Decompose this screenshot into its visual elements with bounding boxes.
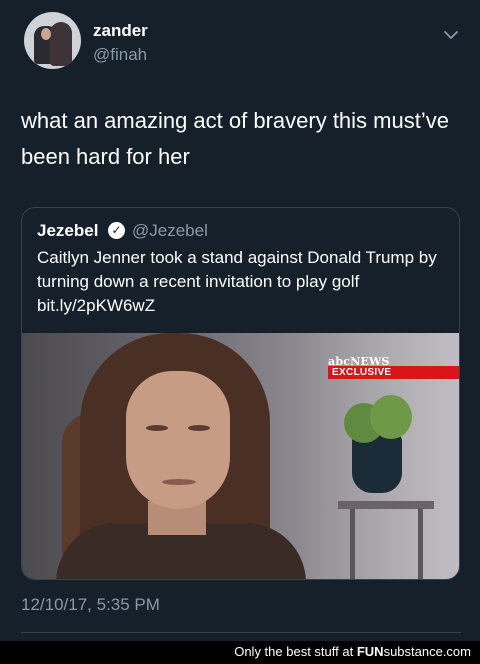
exclusive-banner-label: EXCLUSIVE — [332, 367, 392, 378]
watermark-footer: Only the best stuff at FUNsubstance.com — [0, 641, 480, 664]
quoted-media-image[interactable]: abcNEWS EXCLUSIVE — [22, 333, 459, 579]
verified-badge-icon: ✓ — [108, 222, 125, 239]
quoted-tweet-text: Caitlyn Jenner took a stand against Dona… — [37, 248, 437, 315]
watermark-brand-rest: substance.com — [383, 644, 471, 659]
tweet-text: what an amazing act of bravery this must… — [21, 108, 449, 169]
quoted-tweet-card[interactable]: Jezebel ✓ @Jezebel Caitlyn Jenner took a… — [21, 207, 460, 580]
tweet-timestamp[interactable]: 12/10/17, 5:35 PM — [21, 595, 160, 615]
watermark-prefix: Only the best stuff at — [234, 644, 354, 659]
chevron-down-icon[interactable] — [442, 26, 460, 44]
tweet-header: zander @finah — [24, 12, 460, 76]
quoted-display-name: Jezebel — [37, 221, 99, 240]
author-display-name[interactable]: zander — [93, 21, 148, 41]
avatar[interactable] — [24, 12, 81, 69]
author-handle[interactable]: @finah — [93, 45, 147, 65]
quoted-handle: @Jezebel — [132, 221, 208, 240]
watermark-text: Only the best stuff at FUNsubstance.com — [234, 644, 471, 659]
divider — [21, 632, 461, 633]
abc-news-overlay: abcNEWS EXCLUSIVE — [328, 355, 459, 379]
watermark-brand-bold: FUN — [356, 644, 384, 659]
